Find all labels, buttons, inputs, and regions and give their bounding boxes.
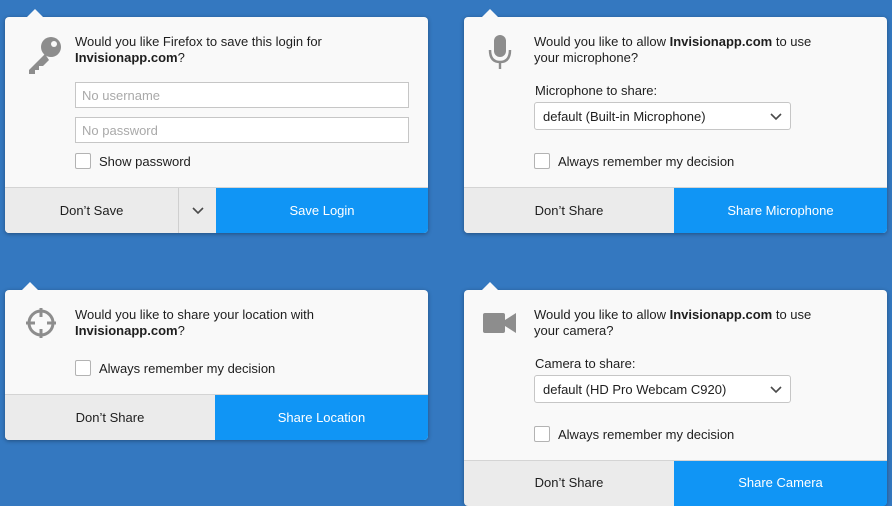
save-login-label: Save Login <box>289 203 355 218</box>
camera-permission-panel: Would you like to allow Invisionapp.com … <box>464 282 887 506</box>
microphone-select[interactable]: default (Built-in Microphone) <box>534 102 791 130</box>
location-permission-panel: Would you like to share your location wi… <box>5 282 428 440</box>
site-name: Invisionapp.com <box>669 34 773 49</box>
checkbox-box[interactable] <box>75 360 91 376</box>
site-name: Invisionapp.com <box>75 323 178 338</box>
remember-decision-checkbox[interactable]: Always remember my decision <box>534 153 734 169</box>
site-name: Invisionapp.com <box>669 307 773 322</box>
save-login-message: Would you like Firefox to save this logi… <box>75 34 365 66</box>
site-name: Invisionapp.com <box>75 50 178 65</box>
checkbox-box[interactable] <box>534 153 550 169</box>
checkbox-label: Always remember my decision <box>99 360 276 376</box>
chevron-down-icon <box>770 109 782 124</box>
save-options-dropdown[interactable] <box>178 188 216 233</box>
selected-value: default (HD Pro Webcam C920) <box>543 381 727 397</box>
dont-share-label: Don’t Share <box>534 203 604 218</box>
question-end: ? <box>177 323 185 338</box>
button-bar: Don’t Share Share Location <box>5 394 428 440</box>
question-text: Would you like Firefox to save this logi… <box>75 34 322 49</box>
question-text: Would you like to allow <box>534 34 666 49</box>
dont-share-label: Don’t Share <box>75 410 145 425</box>
remember-decision-checkbox[interactable]: Always remember my decision <box>534 426 734 442</box>
video-camera-icon <box>483 311 517 338</box>
share-microphone-label: Share Microphone <box>727 203 834 218</box>
dont-save-button[interactable]: Don’t Save <box>5 188 178 233</box>
camera-select-label: Camera to share: <box>535 356 636 371</box>
dont-share-button[interactable]: Don’t Share <box>5 395 215 440</box>
share-location-label: Share Location <box>277 410 366 425</box>
remember-decision-checkbox[interactable]: Always remember my decision <box>75 360 275 376</box>
username-field[interactable] <box>75 82 409 108</box>
button-bar: Don’t Share Share Microphone <box>464 187 887 233</box>
key-icon <box>25 34 65 77</box>
save-login-panel: Would you like Firefox to save this logi… <box>5 9 428 233</box>
chevron-down-icon <box>770 382 782 397</box>
checkbox-box[interactable] <box>534 426 550 442</box>
share-location-button[interactable]: Share Location <box>215 395 428 440</box>
dont-share-label: Don’t Share <box>534 475 604 490</box>
button-bar: Don’t Share Share Camera <box>464 460 887 506</box>
microphone-permission-panel: Would you like to allow Invisionapp.com … <box>464 9 887 233</box>
panel-arrow <box>27 9 43 17</box>
checkbox-label: Always remember my decision <box>558 153 735 169</box>
panel-arrow <box>482 9 498 17</box>
panel-arrow <box>482 282 498 290</box>
password-field[interactable] <box>75 117 409 143</box>
checkbox-label: Show password <box>99 153 191 169</box>
dont-share-button[interactable]: Don’t Share <box>464 188 674 233</box>
checkbox-box[interactable] <box>75 153 91 169</box>
share-camera-label: Share Camera <box>738 475 823 490</box>
camera-message: Would you like to allow Invisionapp.com … <box>534 307 834 339</box>
checkbox-label: Always remember my decision <box>558 426 735 442</box>
dont-save-label: Don’t Save <box>59 203 124 218</box>
microphone-icon <box>488 35 512 74</box>
question-text: Would you like to allow <box>534 307 666 322</box>
save-login-button[interactable]: Save Login <box>216 188 428 233</box>
camera-select[interactable]: default (HD Pro Webcam C920) <box>534 375 791 403</box>
panel-arrow <box>22 282 38 290</box>
button-bar: Don’t Save Save Login <box>5 187 428 233</box>
question-end: ? <box>177 50 185 65</box>
selected-value: default (Built-in Microphone) <box>543 108 706 124</box>
microphone-select-label: Microphone to share: <box>535 83 658 98</box>
location-crosshair-icon <box>25 307 57 342</box>
microphone-message: Would you like to allow Invisionapp.com … <box>534 34 834 66</box>
dont-share-button[interactable]: Don’t Share <box>464 461 674 506</box>
question-text: Would you like to share your location wi… <box>75 307 314 322</box>
chevron-down-icon <box>191 203 204 218</box>
share-microphone-button[interactable]: Share Microphone <box>674 188 887 233</box>
location-message: Would you like to share your location wi… <box>75 307 335 339</box>
show-password-checkbox[interactable]: Show password <box>75 153 191 169</box>
share-camera-button[interactable]: Share Camera <box>674 461 887 506</box>
